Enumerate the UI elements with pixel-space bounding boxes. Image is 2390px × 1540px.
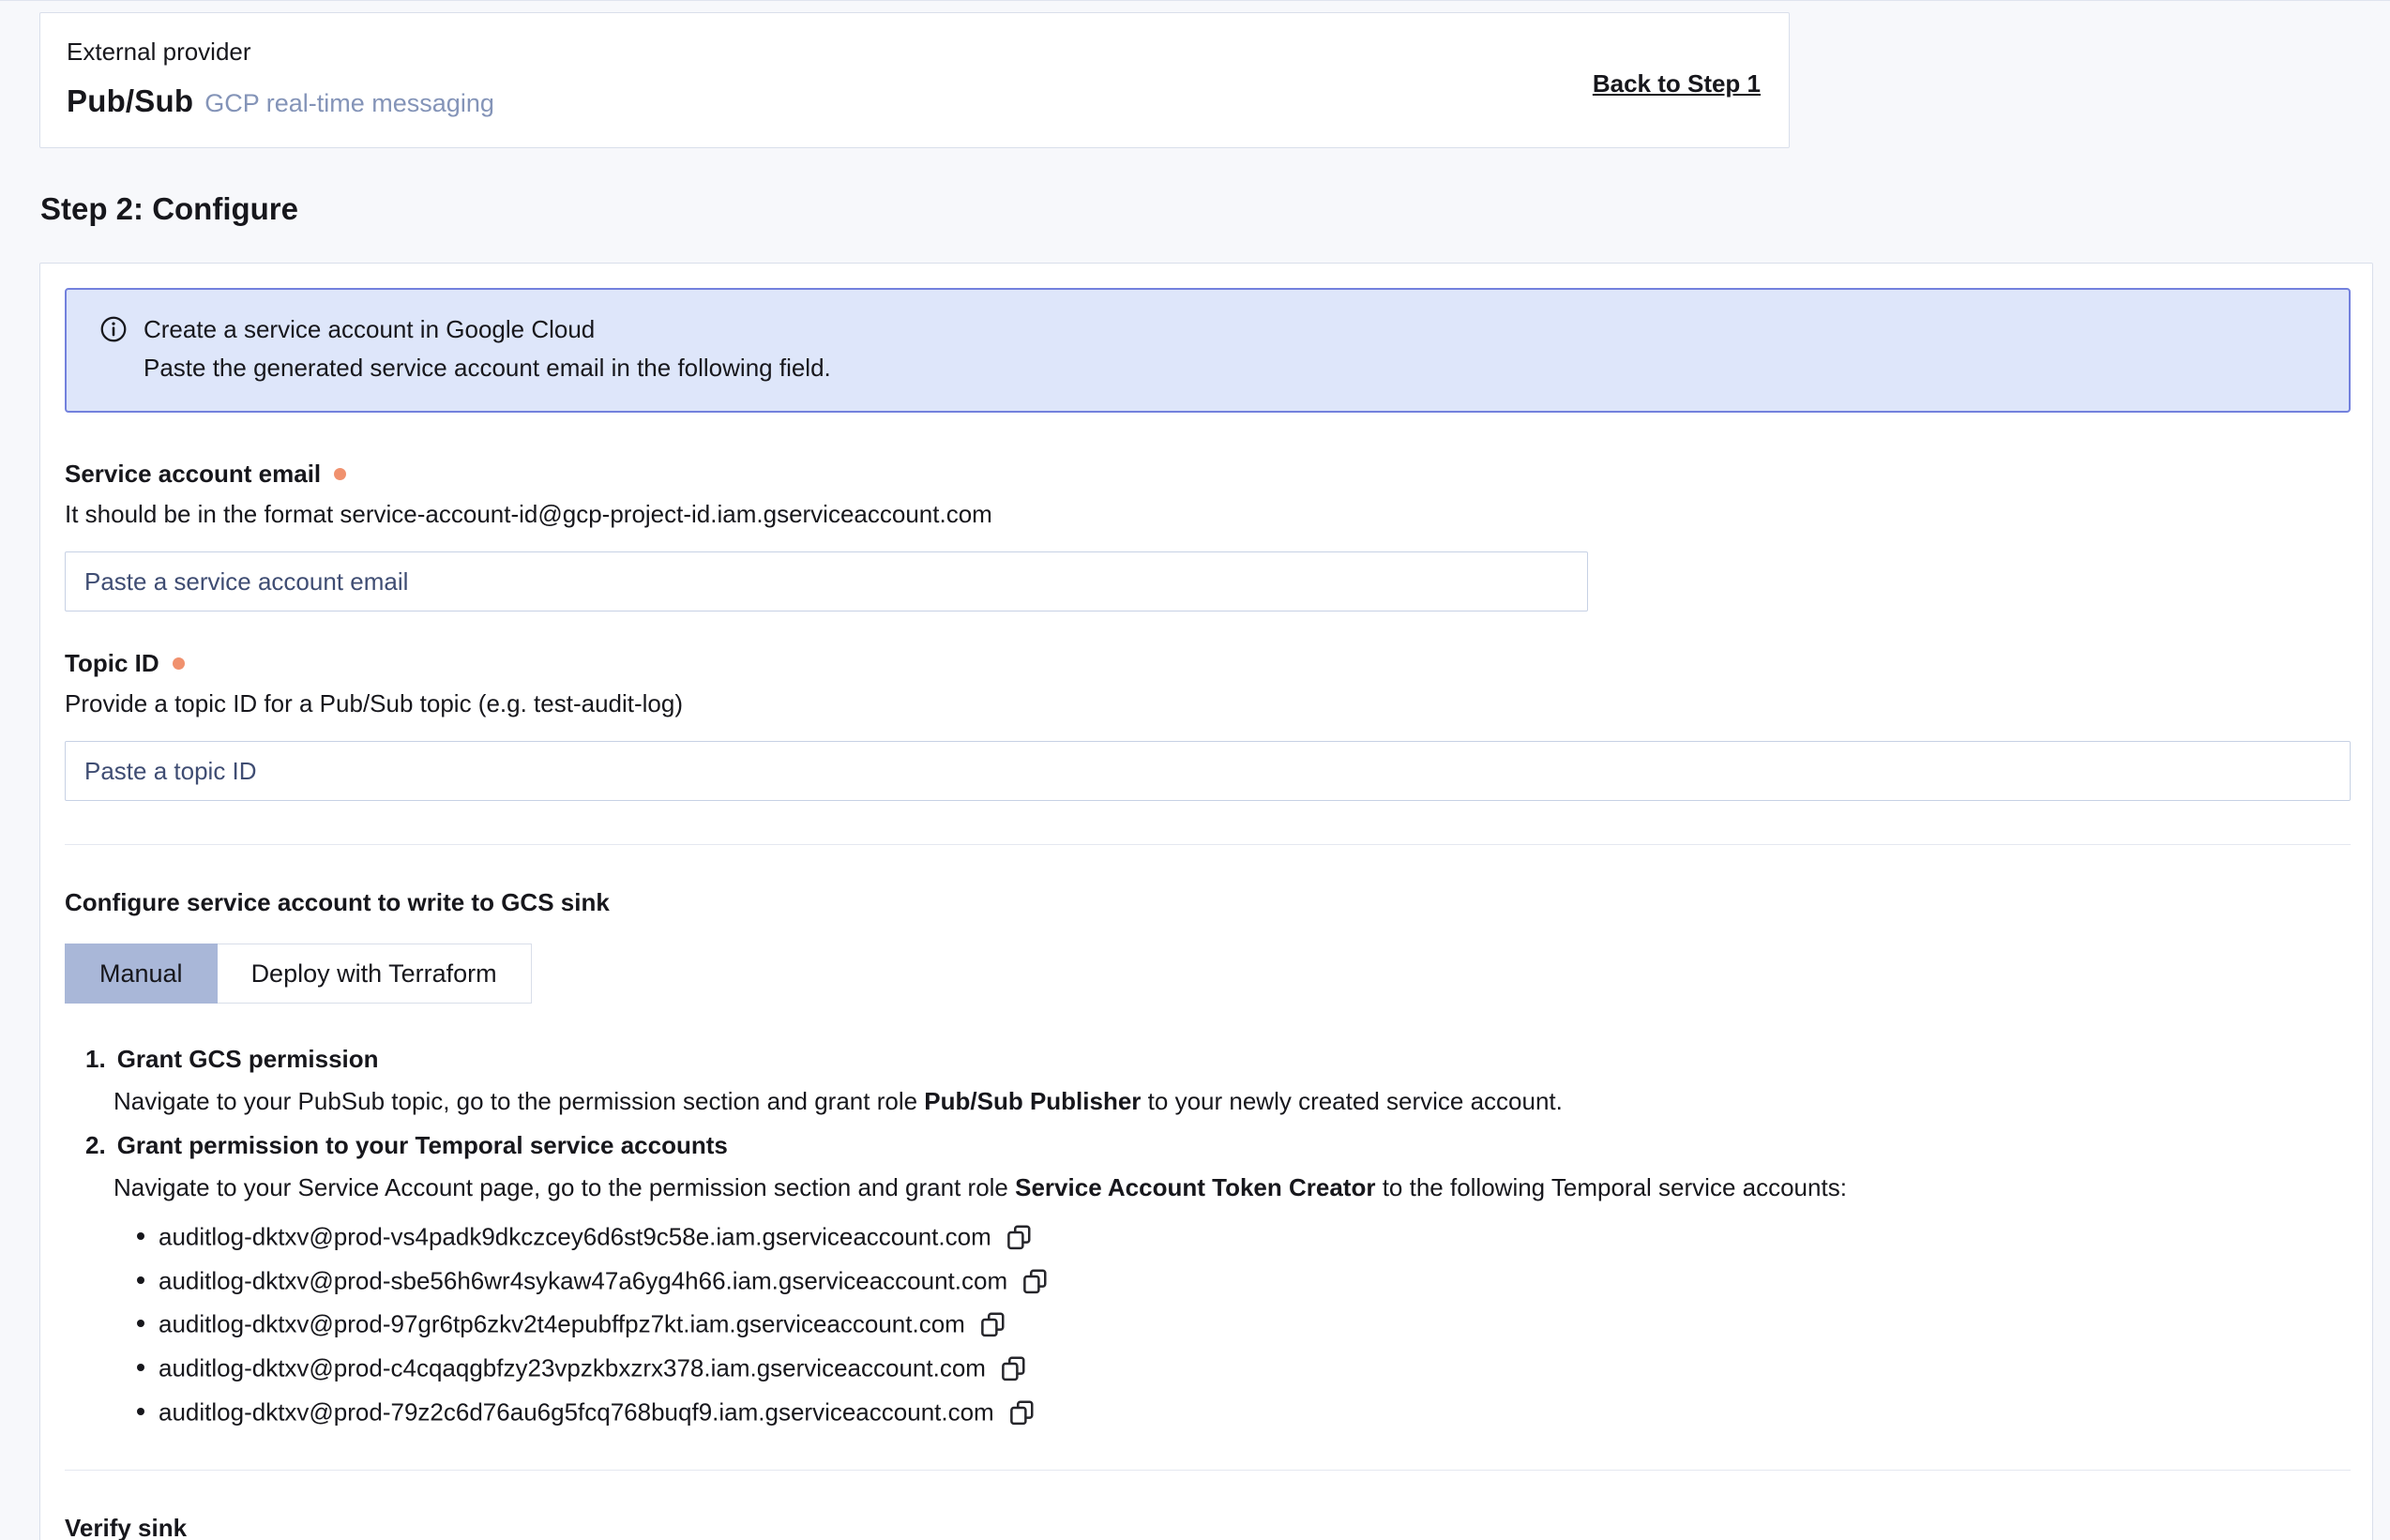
provider-description: GCP real-time messaging [204, 89, 494, 118]
topic-id-hint: Provide a topic ID for a Pub/Sub topic (… [65, 689, 2351, 718]
service-account-item: auditlog-dktxv@prod-79z2c6d76au6g5fcq768… [159, 1397, 2351, 1427]
provider-name: Pub/Sub [67, 83, 193, 119]
external-provider-label: External provider [67, 38, 494, 67]
info-icon [98, 314, 129, 344]
service-account-email-input[interactable] [65, 551, 1588, 611]
step-description: Navigate to your PubSub topic, go to the… [113, 1087, 2351, 1116]
topic-id-label-row: Topic ID [65, 649, 2351, 678]
section-divider [65, 1470, 2351, 1471]
step-number: 1. [85, 1045, 106, 1074]
service-account-email-label: Service account email [65, 460, 321, 489]
configure-section-title: Configure service account to write to GC… [65, 888, 2351, 917]
info-banner: Create a service account in Google Cloud… [65, 288, 2351, 413]
service-account-email-label-row: Service account email [65, 460, 2351, 489]
section-divider [65, 844, 2351, 845]
topic-id-label: Topic ID [65, 649, 159, 678]
service-account-email: auditlog-dktxv@prod-vs4padk9dkczcey6d6st… [159, 1223, 991, 1251]
info-banner-title-row: Create a service account in Google Cloud [98, 314, 2322, 344]
service-account-email: auditlog-dktxv@prod-sbe56h6wr4sykaw47a6y… [159, 1266, 1007, 1294]
verify-sink-title: Verify sink [65, 1514, 2351, 1540]
required-indicator [334, 468, 346, 480]
service-account-email: auditlog-dktxv@prod-c4cqaqgbfzy23vpzkbxz… [159, 1354, 986, 1382]
required-indicator [173, 657, 185, 670]
step-title-row: 2. Grant permission to your Temporal ser… [85, 1131, 2351, 1160]
copy-icon[interactable] [999, 1354, 1027, 1382]
service-account-item: auditlog-dktxv@prod-c4cqaqgbfzy23vpzkbxz… [159, 1352, 2351, 1383]
step-title: Grant permission to your Temporal servic… [117, 1131, 728, 1160]
step-title-row: 1. Grant GCS permission [85, 1045, 2351, 1074]
tab-manual[interactable]: Manual [65, 944, 218, 1004]
page: External provider Pub/Sub GCP real-time … [0, 0, 2390, 1540]
service-account-email-hint: It should be in the format service-accou… [65, 500, 2351, 529]
service-account-email-field: Service account email It should be in th… [65, 460, 2351, 611]
copy-icon[interactable] [1007, 1398, 1036, 1427]
service-account-email: auditlog-dktxv@prod-79z2c6d76au6g5fcq768… [159, 1397, 994, 1426]
copy-icon[interactable] [1005, 1223, 1033, 1251]
page-title: Step 2: Configure [40, 191, 2390, 227]
tab-deploy-terraform[interactable]: Deploy with Terraform [218, 944, 532, 1004]
back-to-step1-link[interactable]: Back to Step 1 [1593, 69, 1761, 98]
instruction-steps: 1. Grant GCS permission Navigate to your… [85, 1045, 2351, 1427]
step-grant-gcs-permission: 1. Grant GCS permission Navigate to your… [85, 1045, 2351, 1116]
provider-row: Pub/Sub GCP real-time messaging [67, 83, 494, 119]
provider-info: External provider Pub/Sub GCP real-time … [67, 38, 494, 119]
copy-icon[interactable] [978, 1310, 1006, 1338]
provider-header-card: External provider Pub/Sub GCP real-time … [39, 12, 1790, 148]
step-grant-temporal-permission: 2. Grant permission to your Temporal ser… [85, 1131, 2351, 1427]
configure-card: Create a service account in Google Cloud… [39, 263, 2373, 1540]
info-banner-description: Paste the generated service account emai… [144, 354, 2322, 383]
step-description: Navigate to your Service Account page, g… [113, 1173, 2351, 1202]
service-account-item: auditlog-dktxv@prod-vs4padk9dkczcey6d6st… [159, 1221, 2351, 1252]
topic-id-input[interactable] [65, 741, 2351, 801]
service-account-item: auditlog-dktxv@prod-97gr6tp6zkv2t4epubff… [159, 1308, 2351, 1339]
step-number: 2. [85, 1131, 106, 1160]
step-title: Grant GCS permission [117, 1045, 379, 1074]
config-mode-tabs: Manual Deploy with Terraform [65, 944, 2351, 1004]
service-account-email: auditlog-dktxv@prod-97gr6tp6zkv2t4epubff… [159, 1310, 965, 1338]
topic-id-field: Topic ID Provide a topic ID for a Pub/Su… [65, 649, 2351, 801]
copy-icon[interactable] [1021, 1267, 1049, 1295]
info-banner-title: Create a service account in Google Cloud [144, 315, 595, 344]
service-account-list: auditlog-dktxv@prod-vs4padk9dkczcey6d6st… [159, 1221, 2351, 1427]
service-account-item: auditlog-dktxv@prod-sbe56h6wr4sykaw47a6y… [159, 1265, 2351, 1296]
